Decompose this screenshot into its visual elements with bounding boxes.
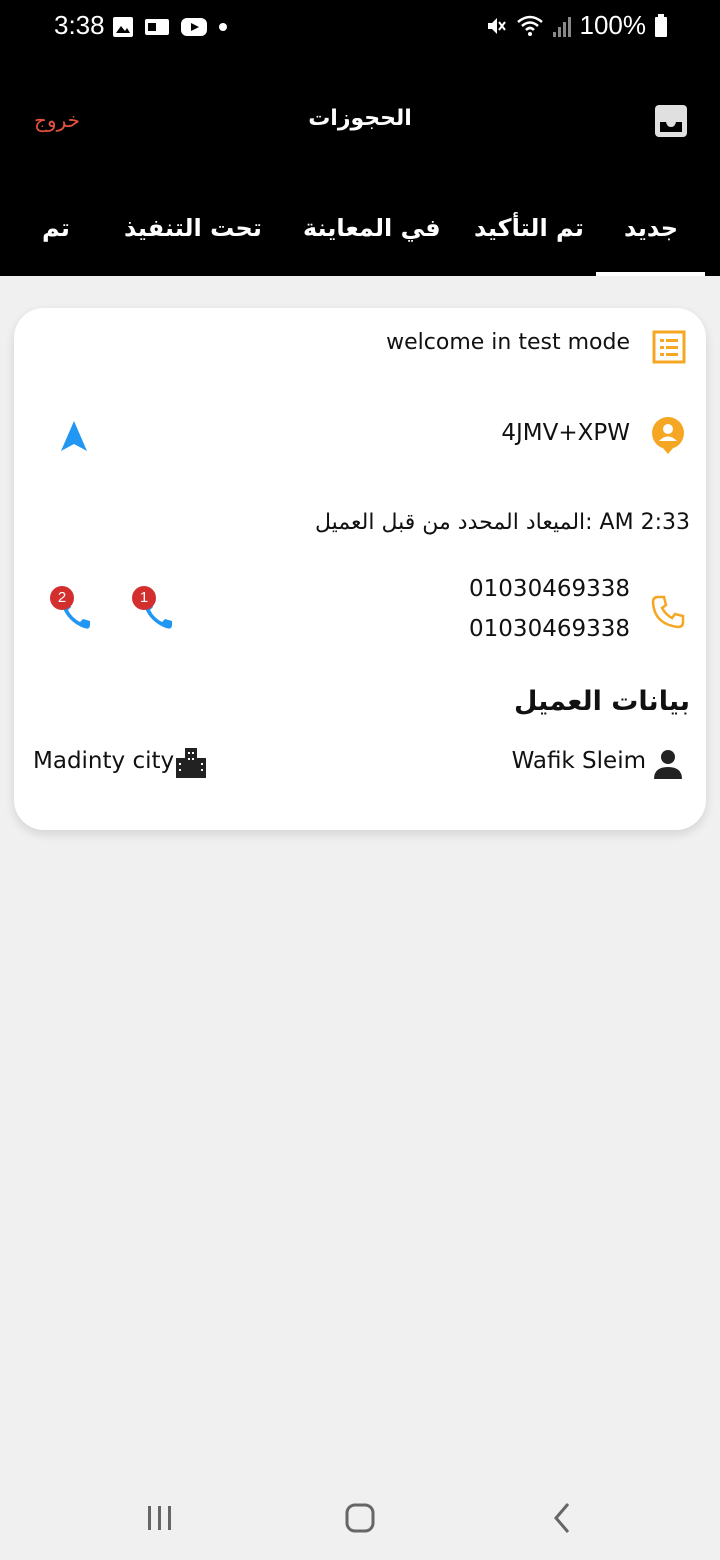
battery-percent: 100% [579,10,647,40]
tab-done[interactable]: تم [42,214,70,242]
phone-number-2[interactable]: 01030469338 [469,616,630,642]
status-time: 3:38 [54,10,105,40]
tab-indicator [596,272,705,276]
tab-inspection[interactable]: في المعاينة [303,214,441,242]
back-icon[interactable] [552,1502,572,1534]
list-icon [652,330,686,364]
inbox-icon[interactable] [654,104,688,138]
city-icon [176,748,206,778]
call-button-2[interactable]: 2 [50,586,96,632]
person-icon [654,750,682,779]
tab-in-progress[interactable]: تحت التنفيذ [124,214,262,242]
status-right: 100% [484,10,669,41]
client-section-title: بيانات العميل [514,686,690,717]
call-button-1[interactable]: 1 [132,586,178,632]
wifi-icon [516,15,543,36]
signal-icon [552,16,571,37]
booking-note: welcome in test mode [386,330,630,355]
battery-icon [655,13,667,37]
client-city: Madinty city [33,748,175,774]
system-nav-bar [0,1480,720,1560]
home-icon[interactable] [345,1503,375,1533]
navigation-icon[interactable] [60,420,88,452]
tab-new[interactable]: جديد [624,214,678,242]
phone-icon [651,595,685,629]
appointment-time: الميعاد المحدد من قبل العميل: AM 2:33 [315,510,690,535]
location-code: 4JMV+XPW [501,420,630,446]
status-bar: 3:38 100% [0,0,720,56]
page-title: الحجوزات [308,106,412,131]
phone-number-1[interactable]: 01030469338 [469,576,630,602]
call-badge-2: 2 [50,586,74,610]
youtube-icon [181,18,207,36]
app-bar: خروج الحجوزات جديد تم التأكيد في المعاين… [0,56,720,276]
booking-card[interactable]: welcome in test mode 4JMV+XPW الميعاد ال… [14,308,706,830]
call-badge-1: 1 [132,586,156,610]
dot-icon [219,23,227,31]
location-person-icon [652,417,684,454]
tab-bar: جديد تم التأكيد في المعاينة تحت التنفيذ … [0,196,720,276]
notification-icons [112,14,228,40]
tab-confirmed[interactable]: تم التأكيد [474,214,584,242]
outlook-icon [145,19,169,35]
client-name: Wafik Sleim [511,748,646,774]
recents-icon[interactable] [146,1504,174,1532]
gallery-icon [113,17,133,37]
mute-icon [487,17,506,34]
